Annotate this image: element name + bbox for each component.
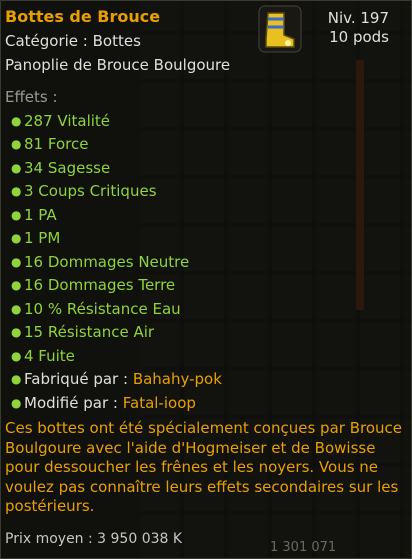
item-weight: 10 pods: [329, 28, 389, 46]
modified-by: ● Modifié par : Fatal-ioop: [11, 393, 196, 412]
modifier-name[interactable]: Fatal-ioop: [123, 394, 196, 412]
item-level: Niv. 197: [327, 9, 389, 27]
effect-item: ● 3 Coups Critiques: [11, 182, 157, 201]
crafted-by: ● Fabriqué par : Bahahy-pok: [11, 370, 222, 389]
bullet-icon: ●: [11, 301, 22, 316]
bullet-icon: ●: [11, 184, 22, 199]
background-value: 1 301 071: [270, 540, 337, 555]
bullet-icon: ●: [11, 113, 22, 128]
average-price: Prix moyen : 3 950 038 K: [5, 531, 183, 547]
effect-item: ● 4 Fuite: [11, 346, 75, 365]
bullet-icon: ●: [11, 325, 22, 340]
effect-item: ● 287 Vitalité: [11, 111, 111, 130]
effect-item: ● 1 PM: [11, 229, 61, 248]
crafter-name[interactable]: Bahahy-pok: [133, 370, 222, 388]
bullet-icon: ●: [11, 231, 22, 246]
effect-item: ● 16 Dommages Terre: [11, 276, 176, 295]
bullet-icon: ●: [11, 254, 22, 269]
item-panoply: Panoplie de Brouce Boulgoure: [5, 56, 231, 74]
item-meta: Niv. 197 10 pods: [328, 9, 389, 47]
effect-item: ● 16 Dommages Neutre: [11, 252, 190, 271]
effects-label: Effets :: [5, 88, 58, 106]
bullet-icon: ●: [11, 160, 22, 175]
bullet-icon: ●: [11, 395, 22, 410]
boots-icon: [258, 5, 302, 53]
item-description: Ces bottes ont été spécialement conçues …: [5, 419, 402, 515]
effect-item: ● 10 % Résistance Eau: [11, 299, 181, 318]
bullet-icon: ●: [11, 278, 22, 293]
bullet-icon: ●: [11, 207, 22, 222]
item-category: Catégorie : Bottes: [5, 32, 141, 50]
effect-item: ● 34 Sagesse: [11, 158, 111, 177]
bullet-icon: ●: [11, 137, 22, 152]
effect-item: ● 15 Résistance Air: [11, 323, 155, 342]
item-tooltip: Bottes de Brouce Catégorie : Bottes Pano…: [0, 0, 412, 559]
item-name: Bottes de Brouce: [5, 7, 161, 26]
effects-list: ● 287 Vitalité ● 81 Force ● 34 Sagesse ● 3 C…: [11, 109, 222, 415]
effect-item: ● 81 Force: [11, 135, 89, 154]
bullet-icon: ●: [11, 372, 22, 387]
bullet-icon: ●: [11, 348, 22, 363]
effect-item: ● 1 PA: [11, 205, 57, 224]
